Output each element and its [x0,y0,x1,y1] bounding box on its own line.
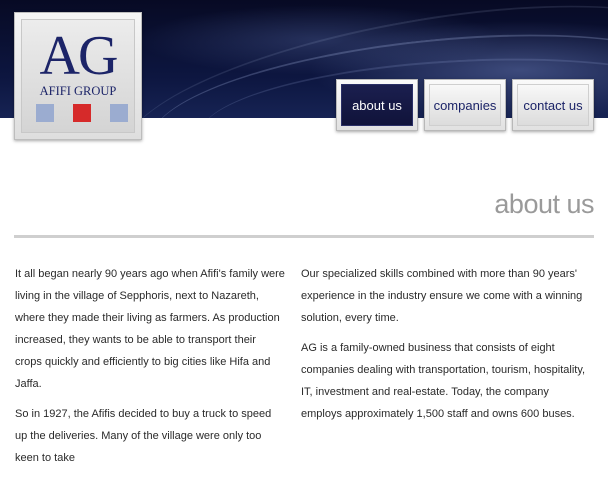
logo-square-right [110,104,128,122]
nav-tab-label: contact us [517,84,589,126]
paragraph: Our specialized skills combined with mor… [301,268,583,324]
page-title: about us [494,189,594,219]
paragraph: So in 1927, the Afifis decided to buy a … [15,408,272,464]
nav-tab-about-us[interactable]: about us [336,79,418,131]
nav-tab-label: companies [429,84,501,126]
logo-monogram: AG [39,25,119,87]
paragraph: AG is a family-owned business that consi… [301,342,586,420]
logo-plate: AG AFIFI GROUP [21,19,135,133]
nav-tab-companies[interactable]: companies [424,79,506,131]
content-column-left: It all began nearly 90 years ago when Af… [15,263,285,477]
nav-tab-label: about us [341,84,413,126]
logo-company-name: AFIFI GROUP [39,84,117,98]
paragraph: It all began nearly 90 years ago when Af… [15,268,285,390]
nav-tab-contact-us[interactable]: contact us [512,79,594,131]
logo-squares [36,104,128,122]
logo[interactable]: AG AFIFI GROUP [14,12,142,140]
logo-square-left [36,104,54,122]
logo-square-middle [73,104,91,122]
title-divider [14,235,594,238]
